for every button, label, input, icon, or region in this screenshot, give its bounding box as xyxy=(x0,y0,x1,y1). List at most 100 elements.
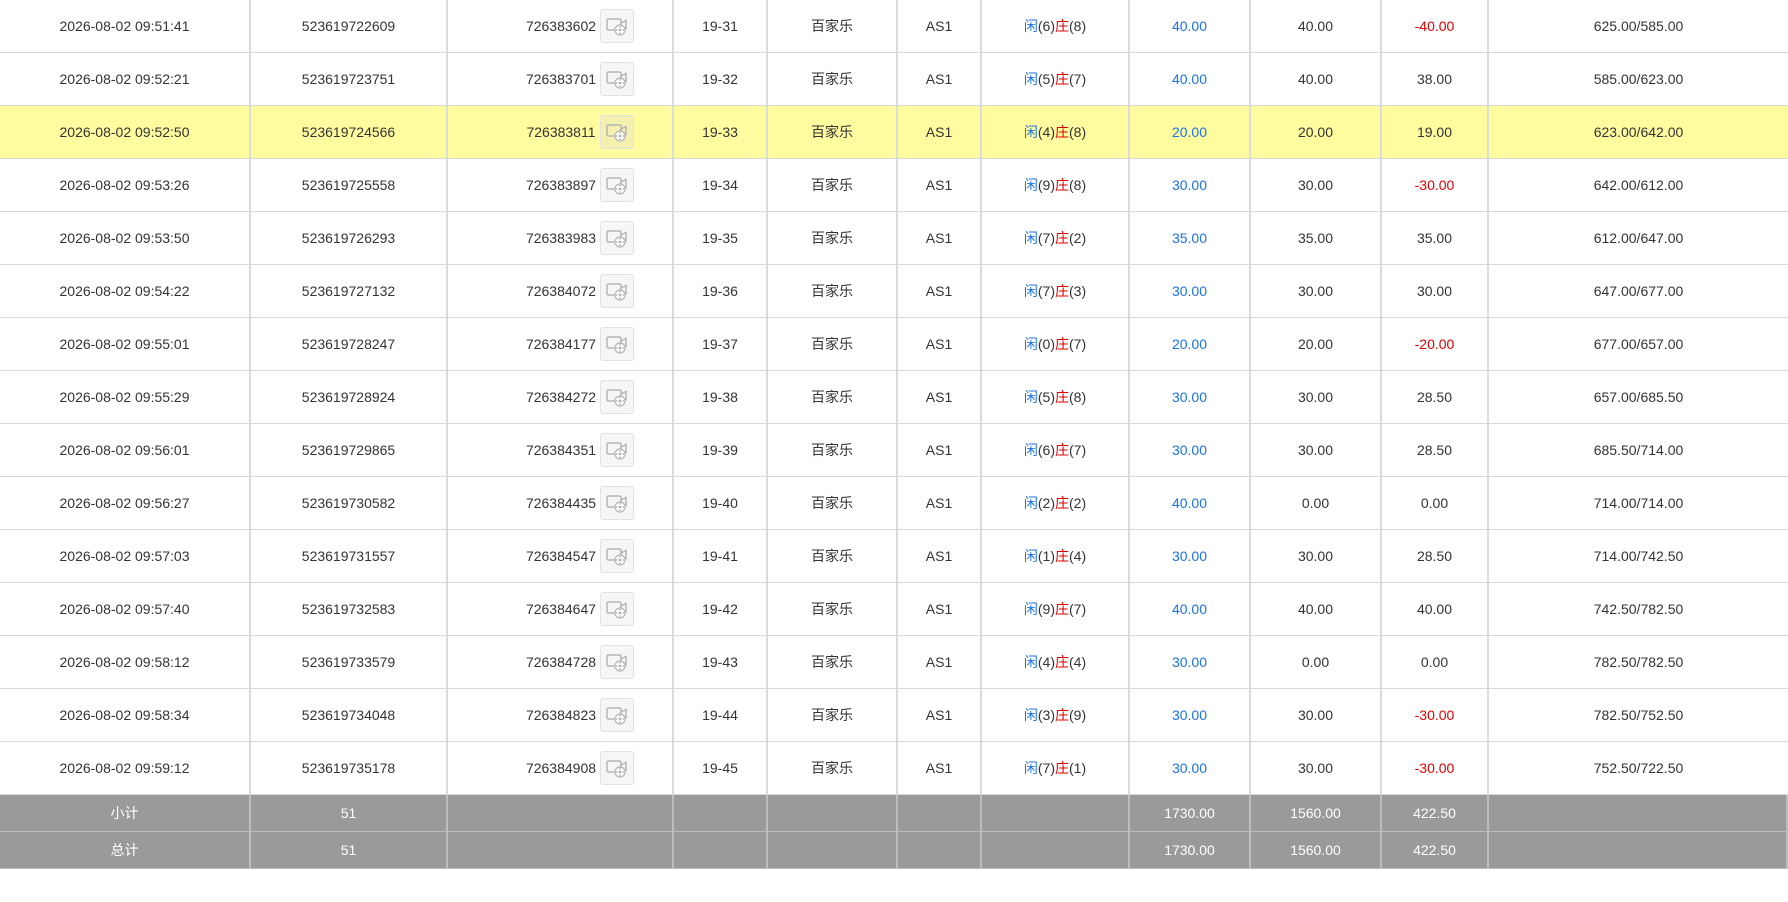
table-row: 2026-08-02 09:55:01 523619728247 726384177… xyxy=(0,318,1788,371)
video-replay-icon[interactable] xyxy=(600,645,635,679)
video-replay-icon[interactable] xyxy=(600,539,635,573)
table-row: 2026-08-02 09:59:12 523619735178 726384908… xyxy=(0,742,1788,795)
round-id: 726384072 xyxy=(525,283,597,299)
valid-bet: 20.00 xyxy=(1251,106,1382,158)
player-label: 闲 xyxy=(1023,177,1038,193)
banker-label: 庄 xyxy=(1055,654,1069,670)
bet-time: 2026-08-02 09:57:03 xyxy=(0,530,251,582)
banker-points: (1) xyxy=(1069,760,1087,776)
banker-points: (7) xyxy=(1069,601,1087,617)
game-result: 闲 (7) 庄 (3) xyxy=(982,265,1130,317)
table-code: AS1 xyxy=(898,530,982,582)
round-id: 726384823 xyxy=(525,707,597,723)
table-code: AS1 xyxy=(898,689,982,741)
video-replay-icon[interactable] xyxy=(600,698,635,732)
bet-amount: 20.00 xyxy=(1130,318,1251,370)
win-lose: 28.50 xyxy=(1382,530,1489,582)
video-replay-icon[interactable] xyxy=(600,327,635,361)
valid-bet: 30.00 xyxy=(1251,265,1382,317)
game-result: 闲 (9) 庄 (8) xyxy=(982,159,1130,211)
bet-id: 523619731557 xyxy=(251,530,448,582)
bet-time: 2026-08-02 09:55:01 xyxy=(0,318,251,370)
win-lose: -40.00 xyxy=(1382,0,1489,52)
round-cell: 726384072 xyxy=(448,265,674,317)
table-row: 2026-08-02 09:52:21 523619723751 726383701… xyxy=(0,53,1788,106)
valid-bet: 0.00 xyxy=(1251,636,1382,688)
player-label: 闲 xyxy=(1023,707,1038,723)
valid-bet: 30.00 xyxy=(1251,159,1382,211)
bet-time: 2026-08-02 09:55:29 xyxy=(0,371,251,423)
table-code: AS1 xyxy=(898,106,982,158)
banker-label: 庄 xyxy=(1055,283,1069,299)
video-replay-icon[interactable] xyxy=(600,380,635,414)
player-label: 闲 xyxy=(1023,283,1038,299)
video-replay-icon[interactable] xyxy=(600,9,635,43)
bet-id: 523619729865 xyxy=(251,424,448,476)
total-bet: 1730.00 xyxy=(1130,832,1251,868)
banker-points: (7) xyxy=(1069,71,1087,87)
player-points: (6) xyxy=(1037,442,1055,458)
player-points: (0) xyxy=(1037,336,1055,352)
player-points: (5) xyxy=(1037,389,1055,405)
win-lose: 0.00 xyxy=(1382,636,1489,688)
shoe-number: 19-40 xyxy=(674,477,768,529)
valid-bet: 35.00 xyxy=(1251,212,1382,264)
bet-id: 523619728924 xyxy=(251,371,448,423)
player-label: 闲 xyxy=(1023,760,1038,776)
bet-id: 523619730582 xyxy=(251,477,448,529)
balance-change: 642.00/612.00 xyxy=(1593,177,1684,193)
banker-label: 庄 xyxy=(1055,442,1069,458)
banker-label: 庄 xyxy=(1055,707,1069,723)
bet-amount: 40.00 xyxy=(1130,477,1251,529)
banker-label: 庄 xyxy=(1055,230,1069,246)
video-replay-icon[interactable] xyxy=(600,433,635,467)
video-replay-icon[interactable] xyxy=(600,486,635,520)
player-points: (4) xyxy=(1037,654,1055,670)
game-name: 百家乐 xyxy=(768,318,898,370)
win-lose: 30.00 xyxy=(1382,265,1489,317)
player-points: (9) xyxy=(1037,601,1055,617)
video-replay-icon[interactable] xyxy=(600,751,635,785)
video-replay-icon[interactable] xyxy=(600,592,635,626)
player-points: (7) xyxy=(1037,283,1055,299)
bet-amount: 30.00 xyxy=(1130,636,1251,688)
banker-label: 庄 xyxy=(1055,336,1069,352)
round-id: 726383983 xyxy=(525,230,597,246)
banker-points: (8) xyxy=(1069,389,1087,405)
round-id: 726383701 xyxy=(525,71,597,87)
video-replay-icon[interactable] xyxy=(599,115,634,149)
subtotal-bet: 1730.00 xyxy=(1130,795,1251,831)
banker-points: (8) xyxy=(1069,177,1087,193)
bet-id: 523619727132 xyxy=(251,265,448,317)
balance-change: 714.00/742.50 xyxy=(1593,548,1684,564)
empty-cell xyxy=(982,795,1130,831)
balance-change: 782.50/782.50 xyxy=(1593,654,1684,670)
video-replay-icon[interactable] xyxy=(600,221,635,255)
win-lose: -30.00 xyxy=(1382,689,1489,741)
video-replay-icon[interactable] xyxy=(600,274,635,308)
bet-id: 523619722609 xyxy=(251,0,448,52)
shoe-number: 19-35 xyxy=(674,212,768,264)
bet-time: 2026-08-02 09:57:40 xyxy=(0,583,251,635)
round-cell: 726384547 xyxy=(448,530,674,582)
total-winlose: 422.50 xyxy=(1382,832,1489,868)
banker-label: 庄 xyxy=(1055,760,1069,776)
empty-cell xyxy=(448,795,674,831)
player-label: 闲 xyxy=(1023,442,1038,458)
banker-label: 庄 xyxy=(1055,495,1069,511)
table-row: 2026-08-02 09:57:03 523619731557 726384547… xyxy=(0,530,1788,583)
banker-points: (7) xyxy=(1069,336,1087,352)
valid-bet: 20.00 xyxy=(1251,318,1382,370)
win-lose: -30.00 xyxy=(1382,742,1489,794)
video-replay-icon[interactable] xyxy=(600,168,635,202)
shoe-number: 19-36 xyxy=(674,265,768,317)
table-row: 2026-08-02 09:56:01 523619729865 726384351… xyxy=(0,424,1788,477)
bet-id: 523619724566 xyxy=(251,106,448,158)
video-replay-icon[interactable] xyxy=(600,62,635,96)
player-points: (6) xyxy=(1037,18,1055,34)
subtotal-label: 小计 xyxy=(0,795,251,831)
banker-points: (2) xyxy=(1069,495,1087,511)
game-name: 百家乐 xyxy=(768,424,898,476)
table-row: 2026-08-02 09:53:26 523619725558 726383897… xyxy=(0,159,1788,212)
banker-points: (8) xyxy=(1069,18,1087,34)
